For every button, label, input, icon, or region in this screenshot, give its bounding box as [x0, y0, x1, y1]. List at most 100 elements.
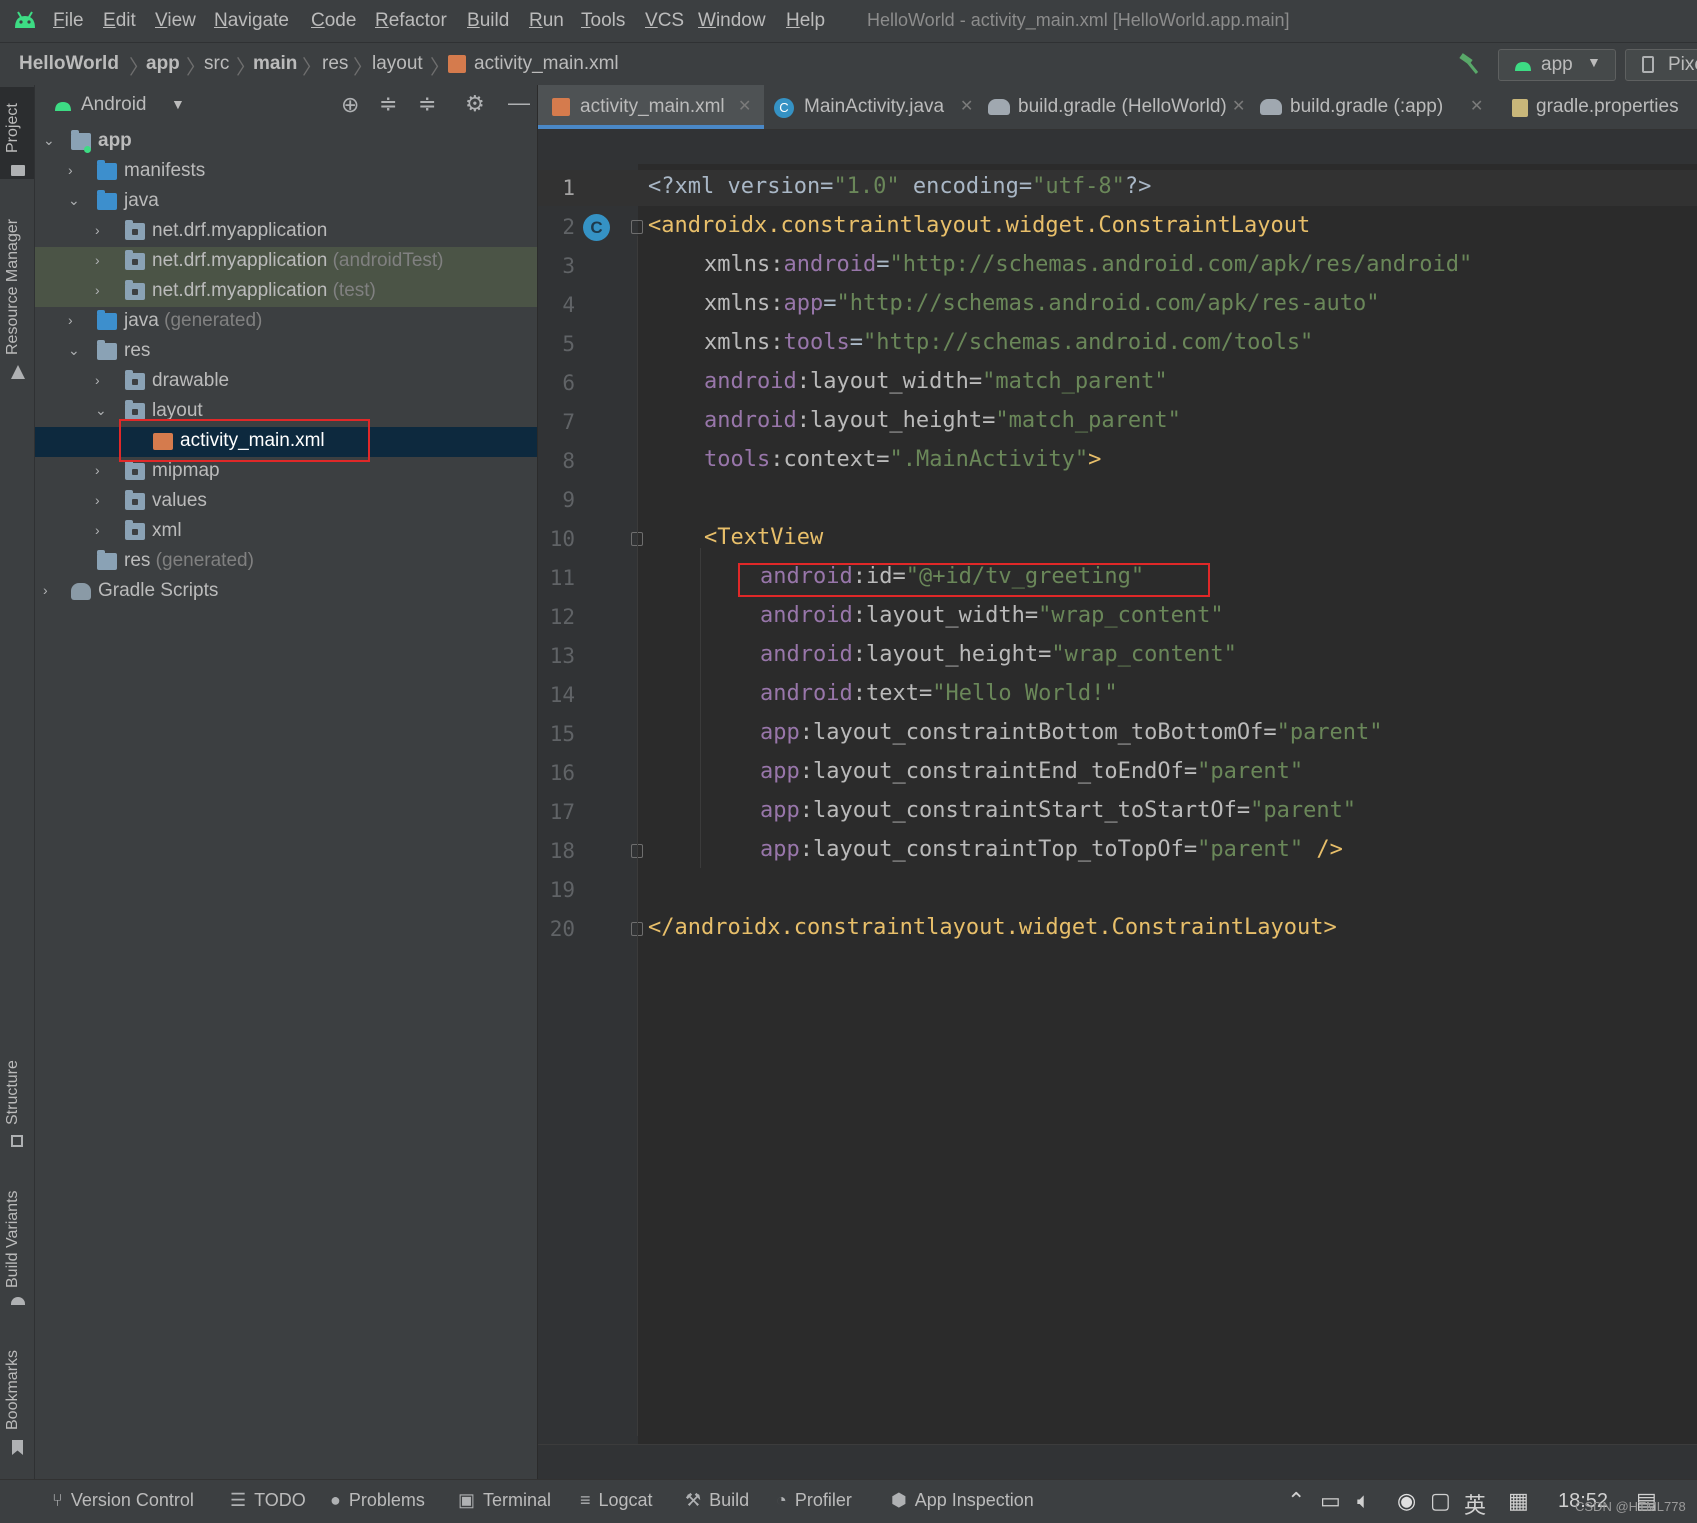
tray-chevron-up-icon[interactable]: ⌃	[1287, 1488, 1305, 1514]
network-icon[interactable]: ▢	[1430, 1488, 1451, 1514]
tool-tab-project[interactable]: Project	[4, 103, 22, 153]
code-token: tools	[704, 447, 771, 472]
code-token: app	[760, 798, 800, 823]
tree-item-manifests[interactable]: › manifests	[35, 157, 537, 187]
close-icon[interactable]: ✕	[960, 96, 973, 116]
tool-tab-structure[interactable]: Structure	[4, 1060, 22, 1125]
chevron-down-icon[interactable]: ⌄	[68, 192, 82, 209]
breadcrumb-project[interactable]: HelloWorld	[19, 53, 119, 75]
chevron-down-icon[interactable]: ⌄	[95, 402, 109, 419]
locate-file-icon[interactable]: ⊕	[341, 92, 359, 118]
chevron-right-icon[interactable]: ›	[68, 162, 82, 178]
tool-app-inspection[interactable]: ⬢ App Inspection	[891, 1490, 1034, 1511]
close-icon[interactable]: ✕	[1232, 96, 1245, 116]
tab-build-gradle-app[interactable]: build.gradle (:app) ✕	[1252, 85, 1492, 129]
chevron-down-icon: ▼	[1587, 54, 1601, 70]
class-gutter-badge-icon[interactable]: C	[583, 214, 610, 241]
chevron-right-icon[interactable]: ›	[95, 372, 109, 388]
chevron-right-icon[interactable]: ›	[95, 492, 109, 508]
chevron-right-icon[interactable]: ›	[95, 282, 109, 298]
menu-vcs[interactable]: VCS	[645, 10, 684, 32]
code-token: :layout_constraintStart_toStartOf=	[799, 798, 1251, 823]
battery-icon[interactable]: ▭	[1320, 1488, 1341, 1514]
menu-window[interactable]: Window	[698, 10, 766, 32]
tree-item-drawable[interactable]: › drawable	[35, 367, 537, 397]
breadcrumb-main[interactable]: main	[253, 53, 297, 75]
menu-navigate[interactable]: Navigate	[214, 10, 289, 32]
tree-label: net.drf.myapplication	[152, 220, 328, 241]
tree-item-package-main[interactable]: › net.drf.myapplication	[35, 217, 537, 247]
tool-profiler[interactable]: ◔ Profiler	[776, 1490, 852, 1511]
chevron-down-icon[interactable]: ⌄	[43, 132, 57, 149]
ime-language[interactable]: 英	[1464, 1488, 1486, 1520]
expand-all-icon[interactable]: ≑	[379, 91, 397, 117]
breadcrumb-module[interactable]: app	[146, 53, 180, 75]
code-token: app	[760, 720, 800, 745]
chevron-right-icon[interactable]: ›	[68, 312, 82, 328]
tree-item-layout[interactable]: ⌄ layout	[35, 397, 537, 427]
tool-tab-build-variants[interactable]: Build Variants	[4, 1190, 22, 1288]
tool-logcat[interactable]: ≡ Logcat	[580, 1490, 653, 1511]
menu-code[interactable]: Code	[311, 10, 356, 32]
chevron-right-icon[interactable]: ›	[43, 582, 57, 598]
run-configuration-dropdown[interactable]: app ▼	[1498, 49, 1616, 81]
qq-penguin-icon[interactable]: ◉	[1397, 1488, 1416, 1514]
tab-mainactivity-java[interactable]: C MainActivity.java ✕	[764, 85, 980, 129]
tree-item-res[interactable]: ⌄ res	[35, 337, 537, 367]
chevron-right-icon[interactable]: ›	[95, 222, 109, 238]
menu-help[interactable]: Help	[786, 10, 825, 32]
code-token: :layout_constraintTop_toTopOf=	[799, 837, 1198, 862]
breadcrumb-res[interactable]: res	[322, 53, 348, 75]
line-number: 17	[549, 800, 575, 824]
ime-mode-icon[interactable]: ▦	[1508, 1488, 1529, 1514]
tree-item-mipmap[interactable]: › mipmap	[35, 457, 537, 487]
gear-icon[interactable]: ⚙	[465, 91, 485, 117]
tool-problems[interactable]: ● Problems	[330, 1490, 425, 1511]
resource-folder-icon	[97, 340, 117, 360]
menu-tools[interactable]: Tools	[581, 10, 625, 32]
package-folder-icon	[125, 250, 145, 270]
chevron-right-icon[interactable]: ›	[95, 462, 109, 478]
tree-item-java-generated[interactable]: › java (generated)	[35, 307, 537, 337]
tab-build-gradle-project[interactable]: build.gradle (HelloWorld) ✕	[980, 85, 1252, 129]
breadcrumb-src[interactable]: src	[204, 53, 229, 75]
tool-tab-resource-manager[interactable]: Resource Manager	[4, 219, 22, 355]
chevron-right-icon[interactable]: ›	[95, 252, 109, 268]
close-icon[interactable]: ✕	[738, 96, 751, 116]
tool-label: Profiler	[794, 1490, 852, 1510]
menu-view[interactable]: View	[155, 10, 196, 32]
collapse-all-icon[interactable]: ≑	[418, 91, 436, 117]
menu-build[interactable]: Build	[467, 10, 509, 32]
tree-item-gradle-scripts[interactable]: › Gradle Scripts	[35, 577, 537, 607]
close-icon[interactable]: ✕	[1470, 96, 1483, 116]
tool-tab-bookmarks[interactable]: Bookmarks	[4, 1350, 22, 1430]
tree-item-activity-main-xml[interactable]: activity_main.xml	[35, 427, 537, 457]
tool-version-control[interactable]: ⑂ Version Control	[52, 1490, 194, 1511]
menu-file[interactable]: File	[53, 10, 84, 32]
view-mode-selector[interactable]: Android	[81, 94, 147, 116]
tree-item-xml[interactable]: › xml	[35, 517, 537, 547]
tree-item-res-generated[interactable]: res (generated)	[35, 547, 537, 577]
breadcrumb-layout[interactable]: layout	[372, 53, 423, 75]
fold-marker-icon[interactable]	[631, 220, 643, 234]
menu-refactor[interactable]: Refactor	[375, 10, 447, 32]
hammer-build-icon[interactable]	[1457, 52, 1481, 76]
chevron-right-icon[interactable]: ›	[95, 522, 109, 538]
tree-item-package-test[interactable]: › net.drf.myapplication (test)	[35, 277, 537, 307]
tree-item-package-androidtest[interactable]: › net.drf.myapplication (androidTest)	[35, 247, 537, 277]
chevron-down-icon[interactable]: ⌄	[68, 342, 82, 359]
tree-item-app[interactable]: ⌄ app	[35, 127, 537, 157]
tool-todo[interactable]: ☰ TODO	[230, 1490, 306, 1511]
minimize-icon[interactable]: —	[508, 90, 530, 116]
left-tool-strip: Project Resource Manager Structure Build…	[0, 85, 35, 1479]
tree-item-values[interactable]: › values	[35, 487, 537, 517]
menu-edit[interactable]: Edit	[103, 10, 136, 32]
tool-build[interactable]: ⚒ Build	[685, 1490, 749, 1511]
device-selector[interactable]: Pixel	[1625, 49, 1697, 81]
chevron-down-icon[interactable]: ▼	[171, 96, 185, 112]
tool-terminal[interactable]: ▣ Terminal	[458, 1490, 551, 1511]
code-token: ".MainActivity"	[889, 447, 1089, 472]
speaker-icon[interactable]: 🔈︎	[1357, 1488, 1370, 1514]
tab-gradle-properties[interactable]: gradle.properties	[1492, 85, 1697, 129]
tree-item-java[interactable]: ⌄ java	[35, 187, 537, 217]
